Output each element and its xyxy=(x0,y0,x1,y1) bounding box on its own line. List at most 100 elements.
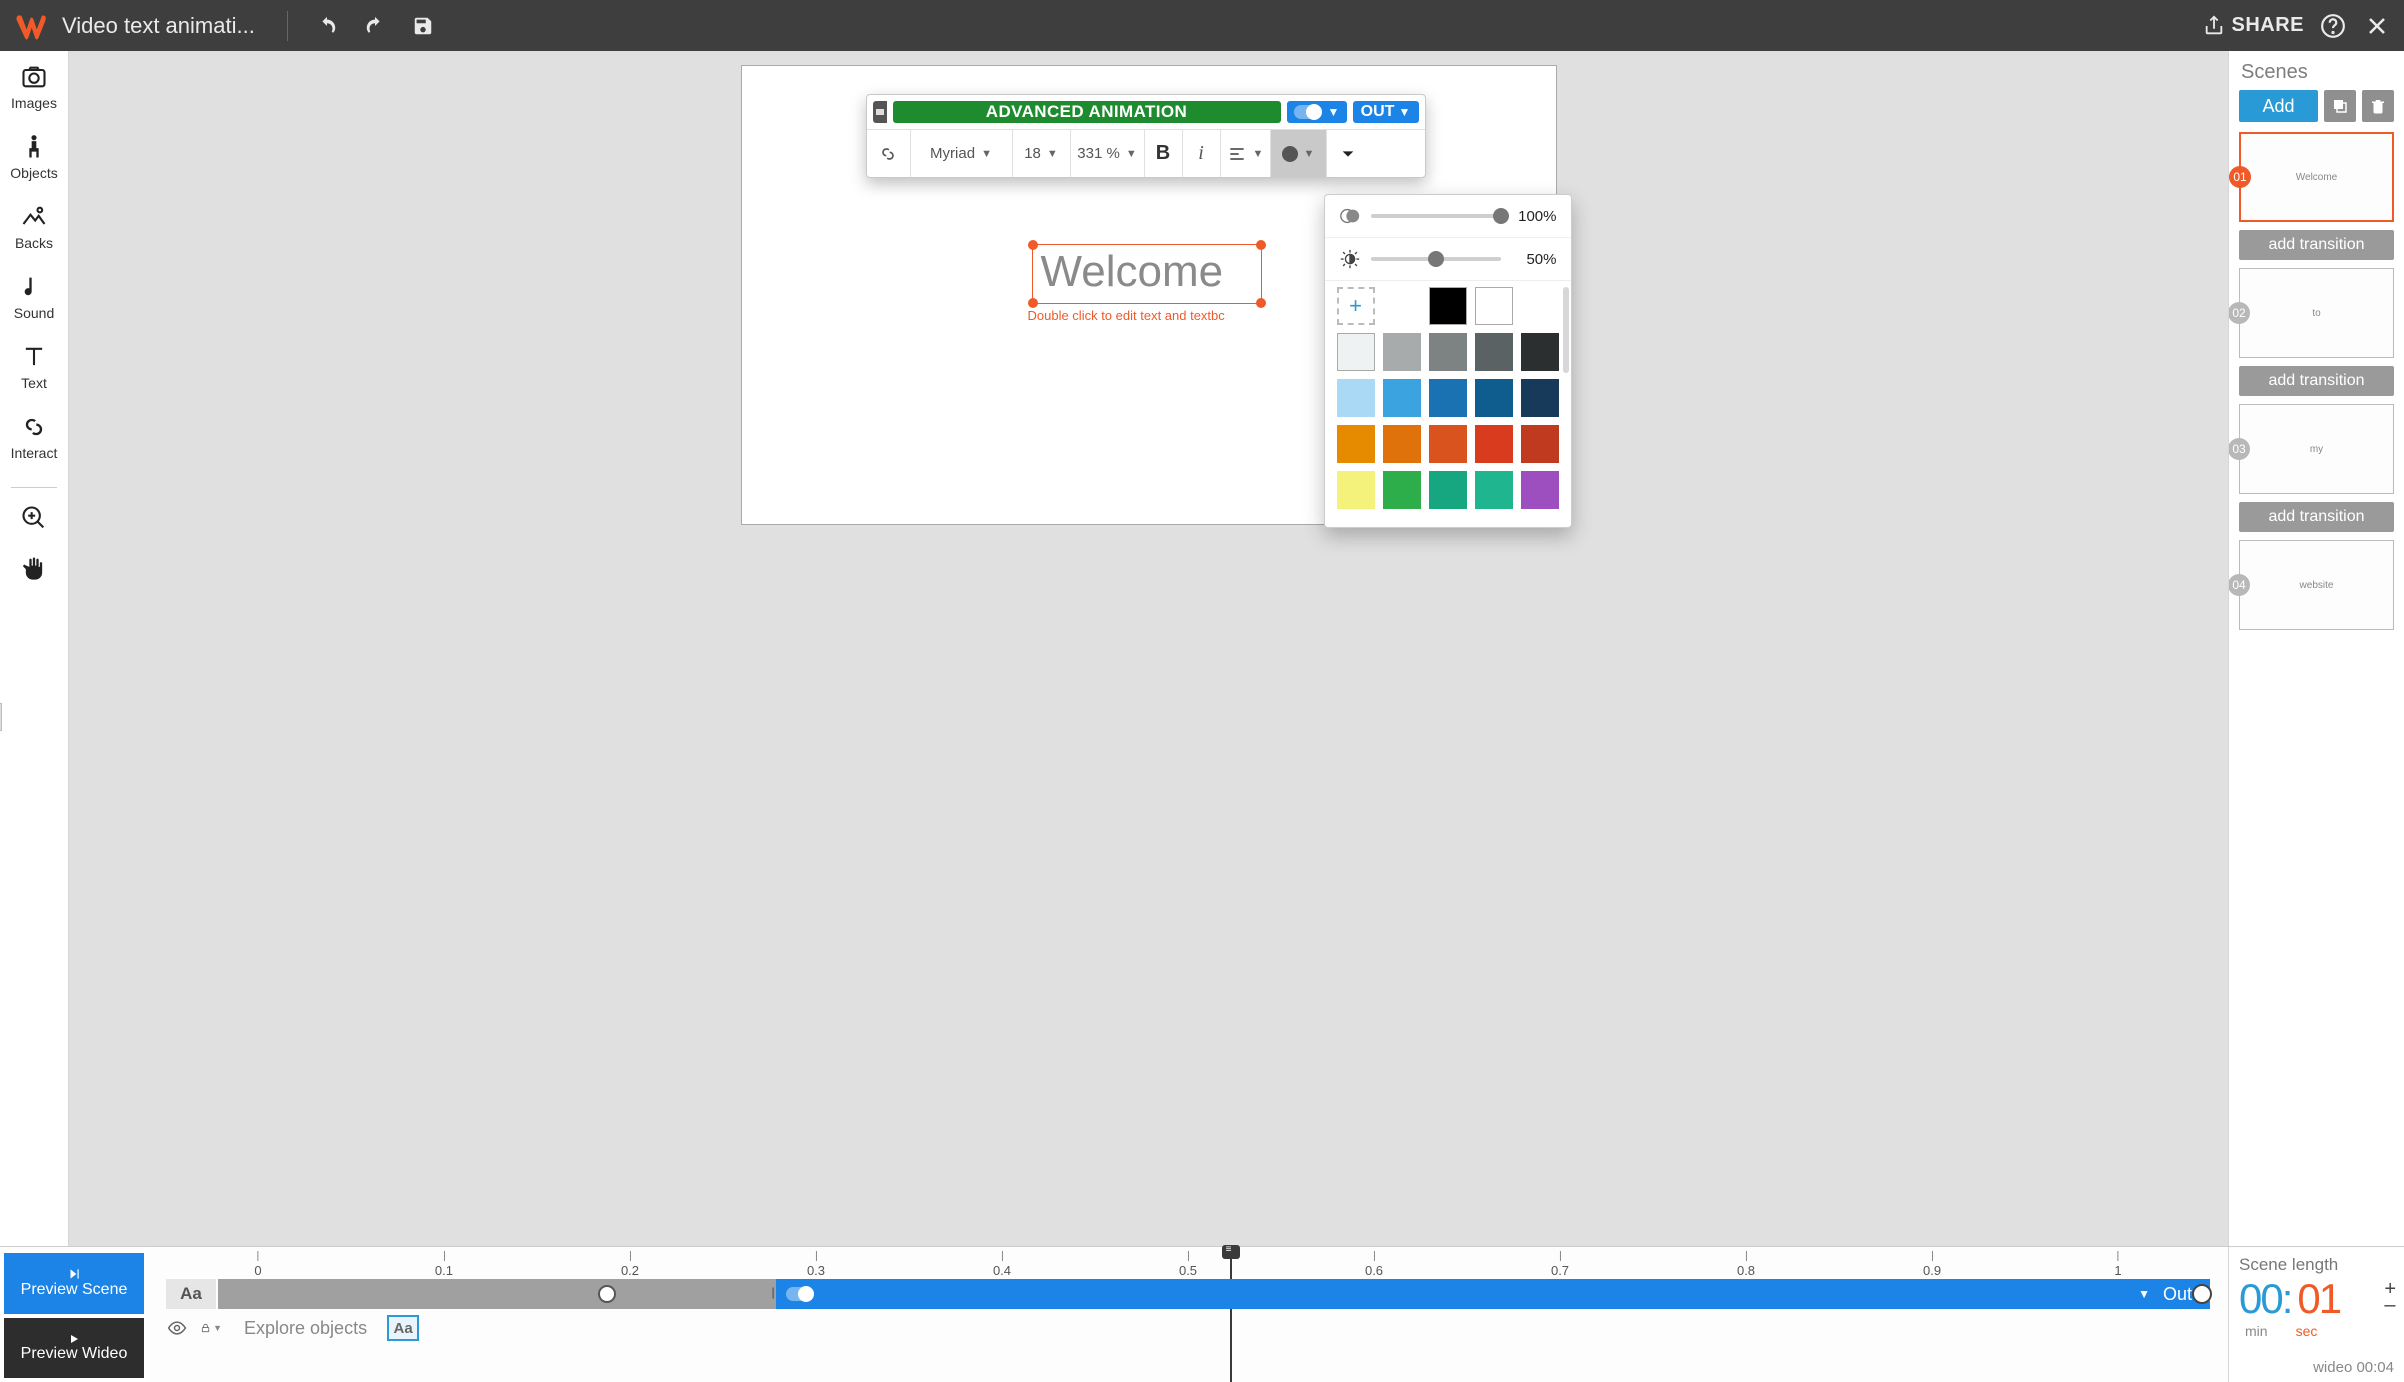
redo-icon[interactable] xyxy=(360,11,390,41)
swatch[interactable] xyxy=(1475,379,1513,417)
swatch[interactable] xyxy=(1337,379,1375,417)
footer-preview-buttons: Preview Scene Preview Wideo xyxy=(0,1247,148,1382)
swatch-scrollbar[interactable] xyxy=(1563,287,1569,373)
tool-text[interactable]: Text xyxy=(20,343,48,391)
swatch[interactable] xyxy=(1429,471,1467,509)
undo-icon[interactable] xyxy=(312,11,342,41)
left-toolbar: Images Objects Backs Sound Text Interact xyxy=(0,51,69,1382)
swatch[interactable] xyxy=(1337,425,1375,463)
swatch[interactable] xyxy=(1383,471,1421,509)
opacity-row: 100% xyxy=(1325,195,1571,238)
opacity-slider[interactable] xyxy=(1371,214,1501,218)
delete-scene-icon[interactable] xyxy=(2362,90,2394,122)
resize-handle[interactable] xyxy=(1028,240,1038,250)
more-options-button[interactable] xyxy=(1327,130,1369,177)
add-transition-button[interactable]: add transition xyxy=(2239,230,2394,260)
preview-scene-button[interactable]: Preview Scene xyxy=(4,1253,144,1314)
animation-in-toggle[interactable]: ▼ xyxy=(1287,101,1347,123)
share-button[interactable]: SHARE xyxy=(2203,14,2304,37)
scene-number: 03 xyxy=(2229,438,2250,460)
swatch[interactable] xyxy=(1475,333,1513,371)
close-icon[interactable] xyxy=(2362,11,2392,41)
fill-color-button[interactable]: ▼ xyxy=(1271,130,1327,177)
swatch[interactable] xyxy=(1475,425,1513,463)
tool-zoom[interactable] xyxy=(20,504,48,532)
toolbar-drag-handle[interactable] xyxy=(873,101,887,123)
swatch[interactable] xyxy=(1429,425,1467,463)
swatch[interactable] xyxy=(1475,471,1513,509)
document-title[interactable]: Video text animati... xyxy=(62,13,255,39)
scene-thumb[interactable]: 02 to xyxy=(2239,268,2394,358)
swatch[interactable] xyxy=(1337,471,1375,509)
timeline-bottom-row: ▼ Explore objects Aa xyxy=(166,1309,2210,1341)
tool-interact[interactable]: Interact xyxy=(11,413,58,461)
swatch[interactable] xyxy=(1521,471,1559,509)
zoom-select[interactable]: 331 %▼ xyxy=(1071,130,1145,177)
bold-button[interactable]: B xyxy=(1145,130,1183,177)
tool-objects[interactable]: Objects xyxy=(10,133,57,181)
scene-length-value: 00:01 xyxy=(2239,1275,2394,1323)
tool-pan[interactable] xyxy=(20,554,48,582)
lock-icon[interactable]: ▼ xyxy=(200,1317,222,1339)
swatch[interactable] xyxy=(1521,333,1559,371)
italic-button[interactable]: i xyxy=(1183,130,1221,177)
track-segment-in[interactable]: || xyxy=(218,1279,776,1309)
link-icon[interactable] xyxy=(867,130,911,177)
min-label: min xyxy=(2245,1323,2268,1339)
save-icon[interactable] xyxy=(408,11,438,41)
advanced-animation-button[interactable]: ADVANCED ANIMATION xyxy=(893,101,1281,123)
animation-out-button[interactable]: OUT▼ xyxy=(1353,101,1419,123)
font-select[interactable]: Myriad▼ xyxy=(911,130,1013,177)
tool-text-label: Text xyxy=(21,375,47,391)
duplicate-scene-icon[interactable] xyxy=(2324,90,2356,122)
swatch[interactable] xyxy=(1429,333,1467,371)
resize-handle[interactable] xyxy=(1256,298,1266,308)
swatch[interactable] xyxy=(1521,425,1559,463)
timeline-ruler[interactable]: 0 0.1 0.2 0.3 0.4 0.5 0.6 0.7 0.8 0.9 1 xyxy=(166,1251,2210,1279)
resize-handle[interactable] xyxy=(1256,240,1266,250)
align-button[interactable]: ▼ xyxy=(1221,130,1271,177)
scene-label: Welcome xyxy=(2296,172,2338,183)
font-size-select[interactable]: 18▼ xyxy=(1013,130,1071,177)
resize-handle[interactable] xyxy=(1028,298,1038,308)
scene-label: website xyxy=(2300,580,2334,591)
track-segment-main[interactable]: ▼ Out || xyxy=(776,1279,2210,1309)
swatch[interactable] xyxy=(1521,379,1559,417)
scene-length-minus[interactable]: – xyxy=(2384,1297,2396,1313)
swatch[interactable] xyxy=(1383,425,1421,463)
ruler-tick: 0.3 xyxy=(807,1251,825,1278)
swatch[interactable] xyxy=(1383,333,1421,371)
track-label[interactable]: Aa xyxy=(166,1279,216,1309)
swatch[interactable] xyxy=(1429,379,1467,417)
swatch[interactable] xyxy=(1429,287,1467,325)
canvas-text[interactable]: Welcome xyxy=(1033,245,1261,297)
panel-expand-handle[interactable]: ▶ xyxy=(0,703,2,731)
scene-list: 01 Welcome add transition 02 to add tran… xyxy=(2229,132,2404,1382)
scene-thumb[interactable]: 01 Welcome xyxy=(2239,132,2394,222)
brightness-icon xyxy=(1339,248,1361,270)
canvas-area: ADVANCED ANIMATION ▼ OUT▼ Myriad▼ 18▼ 33… xyxy=(69,51,2228,1382)
brightness-slider[interactable] xyxy=(1371,257,1501,261)
help-icon[interactable] xyxy=(2318,11,2348,41)
playhead[interactable] xyxy=(1230,1247,1232,1382)
preview-wideo-button[interactable]: Preview Wideo xyxy=(4,1318,144,1379)
tool-backs[interactable]: Backs xyxy=(15,203,53,251)
scene-thumb[interactable]: 03 my xyxy=(2239,404,2394,494)
ruler-tick: 0.9 xyxy=(1923,1251,1941,1278)
selected-object-chip[interactable]: Aa xyxy=(387,1315,419,1341)
scene-thumb[interactable]: 04 website xyxy=(2239,540,2394,630)
add-transition-button[interactable]: add transition xyxy=(2239,502,2394,532)
add-transition-button[interactable]: add transition xyxy=(2239,366,2394,396)
text-selection-box[interactable]: Welcome Double click to edit text and te… xyxy=(1032,244,1262,304)
swatch[interactable] xyxy=(1337,333,1375,371)
swatch[interactable] xyxy=(1383,379,1421,417)
add-scene-button[interactable]: Add xyxy=(2239,90,2318,122)
tool-backs-label: Backs xyxy=(15,235,53,251)
tool-images[interactable]: Images xyxy=(11,63,57,111)
stage[interactable]: ADVANCED ANIMATION ▼ OUT▼ Myriad▼ 18▼ 33… xyxy=(741,65,1557,525)
add-swatch-button[interactable]: + xyxy=(1337,287,1375,325)
swatch[interactable] xyxy=(1475,287,1513,325)
tool-sound[interactable]: Sound xyxy=(14,273,54,321)
preview-wideo-label: Preview Wideo xyxy=(21,1345,128,1363)
visibility-icon[interactable] xyxy=(166,1317,188,1339)
